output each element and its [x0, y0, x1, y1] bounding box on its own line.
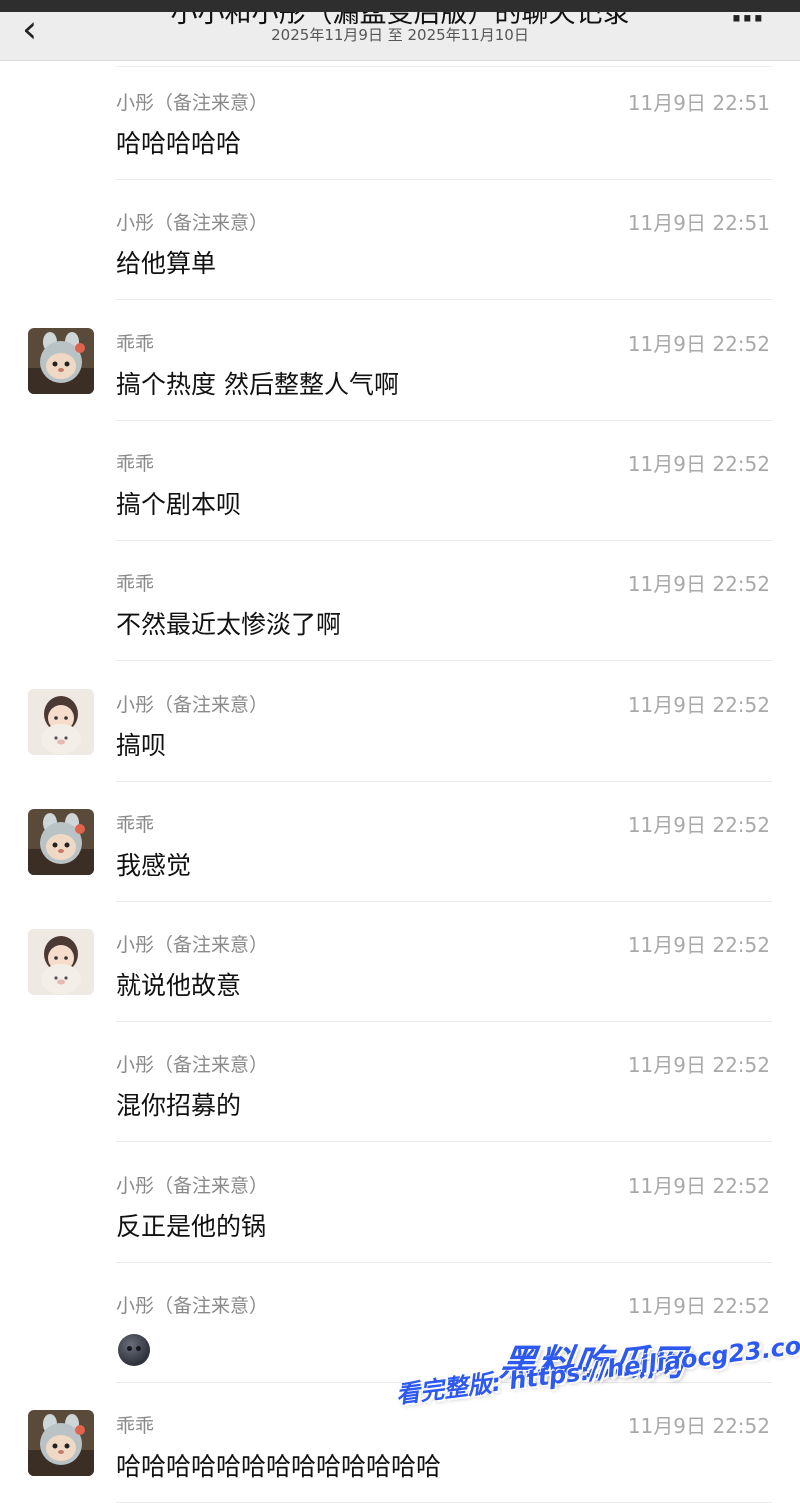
- message-text: 哈哈哈哈哈哈哈哈哈哈哈哈哈: [116, 1452, 442, 1482]
- avatar[interactable]: [28, 327, 94, 394]
- message-time: 11月9日 22:52: [627, 933, 770, 958]
- avatar[interactable]: [28, 929, 94, 996]
- message-time: 11月9日 22:52: [627, 1294, 770, 1318]
- message-text: 就说他故意: [116, 971, 242, 1001]
- message-time: 11月9日 22:51: [627, 211, 770, 236]
- message-time: 11月9日 22:52: [627, 692, 770, 717]
- avatar[interactable]: [28, 808, 94, 875]
- message-time: 11月9日 22:52: [627, 1173, 770, 1198]
- message-item[interactable]: 小彤（备注来意） 11月9日 22:52 混你招募的: [0, 1022, 800, 1143]
- avatar[interactable]: [28, 688, 94, 755]
- message-sender: 小彤（备注来意）: [116, 934, 269, 957]
- message-sender: 小彤（备注来意）: [116, 693, 269, 716]
- message-item[interactable]: 小彤（备注来意） 11月9日 22:52 搞呗: [0, 662, 800, 782]
- message-item[interactable]: 小彤（备注来意） 11月9日 22:52 反正是他的锅: [0, 1143, 800, 1263]
- message-sender: 小彤（备注来意）: [116, 92, 269, 114]
- message-sender: 小彤（备注来意）: [116, 1174, 269, 1197]
- message-text: 我感觉: [116, 850, 192, 880]
- message-item[interactable]: 乖乖 11月9日 22:52 我感觉: [0, 782, 800, 902]
- message-text: 搞个剧本呗: [116, 489, 242, 519]
- status-bar: [0, 0, 800, 12]
- message-time: 11月9日 22:52: [627, 331, 770, 356]
- avatar[interactable]: [28, 1410, 94, 1477]
- message-sender: 小彤（备注来意）: [116, 1054, 269, 1077]
- message-item[interactable]: 乖乖 11月9日 22:52 不然最近太惨淡了啊: [0, 541, 800, 662]
- more-dots-icon: ···: [730, 12, 765, 39]
- message-time: 11月9日 22:52: [627, 812, 770, 837]
- message-time: 11月9日 22:52: [627, 1053, 770, 1078]
- message-sender: 乖乖: [116, 332, 155, 355]
- message-text: 反正是他的锅: [116, 1211, 267, 1241]
- date-range: 2025年11月9日 至 2025年11月10日: [271, 26, 529, 44]
- message-text: 混你招募的: [116, 1091, 242, 1121]
- message-item[interactable]: 小彤（备注来意） 11月9日 22:52 就说他故意: [0, 902, 800, 1023]
- message-item[interactable]: 乖乖 11月9日 22:52 搞个剧本呗: [0, 421, 800, 541]
- message-sender: 小彤（备注来意）: [116, 212, 269, 235]
- message-sender: 乖乖: [116, 573, 155, 596]
- chat-history-header: ‹ 小小和小彤（漏盆变后版）的聊天记录 2025年11月9日 至 2025年11…: [0, 12, 800, 61]
- message-item[interactable]: 小彤（备注来意） 11月9日 22:51 哈哈哈哈哈: [0, 60, 800, 180]
- moon-face-emoji-icon: [118, 1334, 150, 1366]
- more-button[interactable]: ···: [730, 12, 765, 39]
- message-text: 给他算单: [116, 249, 217, 279]
- message-time: 11月9日 22:52: [627, 572, 770, 597]
- message-time: 11月9日 22:52: [627, 451, 770, 476]
- message-time: 11月9日 22:51: [627, 91, 770, 115]
- message-text: 哈哈哈哈哈: [116, 129, 242, 158]
- message-sender: 乖乖: [116, 813, 155, 836]
- message-sender: 小彤（备注来意）: [116, 1295, 269, 1317]
- message-time: 11月9日 22:52: [627, 1414, 770, 1439]
- message-sender: 乖乖: [116, 452, 155, 475]
- message-item[interactable]: 乖乖 11月9日 22:52 搞个热度 然后整整人气啊: [0, 301, 800, 421]
- message-text: 不然最近太惨淡了啊: [116, 610, 342, 640]
- message-sender: 乖乖: [116, 1415, 155, 1438]
- message-text: 搞个热度 然后整整人气啊: [116, 369, 399, 399]
- message-text: 搞呗: [116, 730, 167, 760]
- message-item[interactable]: 小彤（备注来意） 11月9日 22:51 给他算单: [0, 180, 800, 301]
